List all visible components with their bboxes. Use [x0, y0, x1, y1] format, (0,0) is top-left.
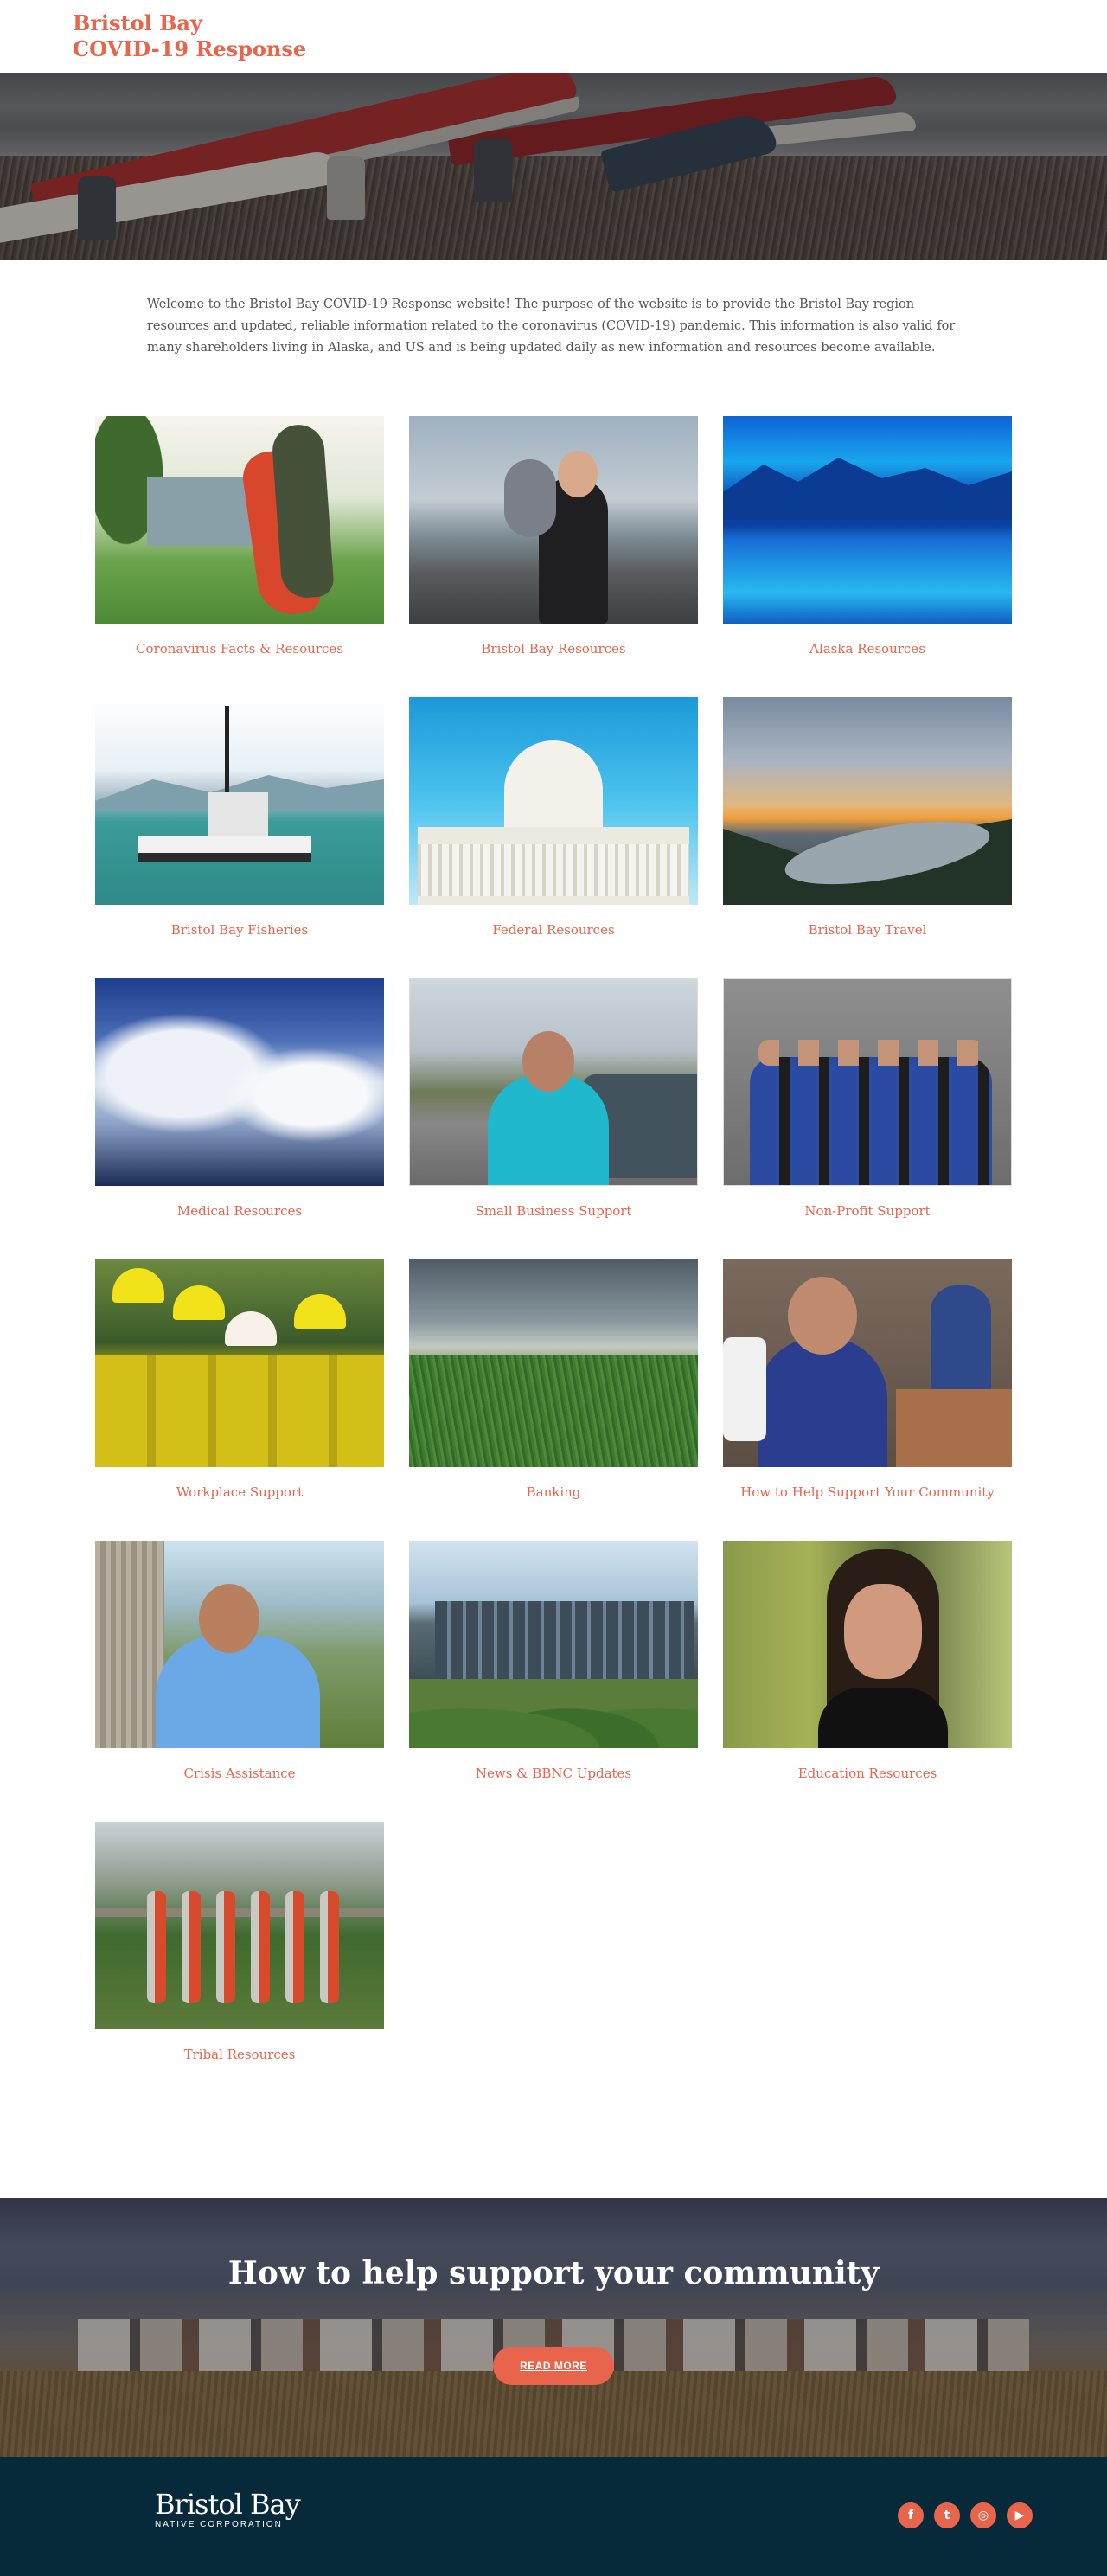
card-image: [723, 1259, 1012, 1467]
card-label: Federal Resources: [492, 922, 615, 938]
card-image: [723, 1541, 1012, 1748]
card-coronavirus-facts[interactable]: Coronavirus Facts & Resources: [95, 416, 384, 697]
card-label: Small Business Support: [475, 1203, 632, 1219]
card-how-to-help[interactable]: How to Help Support Your Community: [723, 1259, 1012, 1541]
card-label: Tribal Resources: [183, 2047, 296, 2062]
card-image: [409, 1259, 698, 1467]
card-image: [409, 1541, 698, 1748]
card-workplace-support[interactable]: Workplace Support: [95, 1259, 384, 1541]
card-label: Bristol Bay Travel: [808, 922, 927, 938]
logo-subtitle: NATIVE CORPORATION: [155, 2520, 283, 2529]
card-image: [95, 978, 384, 1186]
read-more-button[interactable]: READ MORE: [493, 2347, 614, 2385]
card-bristol-bay-travel[interactable]: Bristol Bay Travel: [723, 697, 1012, 978]
card-small-business-support[interactable]: Small Business Support: [409, 978, 698, 1259]
card-image: [723, 416, 1012, 624]
card-bristol-bay-resources[interactable]: Bristol Bay Resources: [409, 416, 698, 697]
card-image: [409, 697, 698, 905]
card-image: [95, 1822, 384, 2029]
card-alaska-resources[interactable]: Alaska Resources: [723, 416, 1012, 697]
twitter-icon[interactable]: t: [934, 2502, 960, 2528]
site-footer: Bristol Bay NATIVE CORPORATION f t ◎ ▶: [0, 2457, 1107, 2576]
site-header: Bristol Bay COVID-19 Response: [0, 0, 1107, 73]
card-label: Education Resources: [797, 1765, 937, 1781]
card-label: Coronavirus Facts & Resources: [136, 641, 343, 657]
card-label: News & BBNC Updates: [475, 1765, 632, 1781]
facebook-icon[interactable]: f: [898, 2502, 924, 2528]
card-label: Medical Resources: [176, 1203, 303, 1219]
resource-grid: Coronavirus Facts & Resources Bristol Ba…: [95, 416, 1012, 2103]
card-medical-resources[interactable]: Medical Resources: [95, 978, 384, 1259]
card-image: [723, 978, 1012, 1186]
card-image: [95, 1259, 384, 1467]
card-federal-resources[interactable]: Federal Resources: [409, 697, 698, 978]
card-label: Banking: [526, 1484, 581, 1500]
card-bristol-bay-fisheries[interactable]: Bristol Bay Fisheries: [95, 697, 384, 978]
card-label: Crisis Assistance: [183, 1765, 296, 1781]
intro-section: Welcome to the Bristol Bay COVID-19 Resp…: [147, 260, 960, 359]
card-image: [95, 416, 384, 624]
card-non-profit-support[interactable]: Non-Profit Support: [723, 978, 1012, 1259]
card-banking[interactable]: Banking: [409, 1259, 698, 1541]
site-title-link[interactable]: Bristol Bay COVID-19 Response: [73, 10, 1107, 62]
social-links: f t ◎ ▶: [898, 2502, 1033, 2528]
card-tribal-resources[interactable]: Tribal Resources: [95, 1822, 384, 2103]
hero-image: [0, 73, 1107, 260]
card-label: Bristol Bay Fisheries: [170, 922, 309, 938]
cta-heading: How to help support your community: [227, 2255, 880, 2291]
card-image: [409, 416, 698, 624]
card-image: [723, 697, 1012, 905]
card-label: Alaska Resources: [809, 641, 925, 657]
card-label: How to Help Support Your Community: [740, 1484, 995, 1500]
card-label: Bristol Bay Resources: [481, 641, 626, 657]
card-image: [409, 978, 698, 1186]
youtube-icon[interactable]: ▶: [1007, 2502, 1033, 2528]
instagram-icon[interactable]: ◎: [970, 2502, 996, 2528]
intro-text: Welcome to the Bristol Bay COVID-19 Resp…: [147, 298, 956, 355]
bbnc-logo[interactable]: Bristol Bay NATIVE CORPORATION: [155, 2488, 301, 2529]
cta-banner: How to help support your community READ …: [0, 2198, 1107, 2457]
card-education-resources[interactable]: Education Resources: [723, 1541, 1012, 1822]
logo-wordmark: Bristol Bay: [155, 2488, 301, 2521]
card-crisis-assistance[interactable]: Crisis Assistance: [95, 1541, 384, 1822]
card-label: Workplace Support: [176, 1484, 304, 1500]
card-label: Non-Profit Support: [804, 1203, 931, 1219]
site-title-line2: COVID-19 Response: [73, 36, 307, 61]
card-image: [95, 697, 384, 905]
site-title-line1: Bristol Bay: [73, 10, 202, 35]
card-image: [95, 1541, 384, 1748]
card-news-bbnc-updates[interactable]: News & BBNC Updates: [409, 1541, 698, 1822]
